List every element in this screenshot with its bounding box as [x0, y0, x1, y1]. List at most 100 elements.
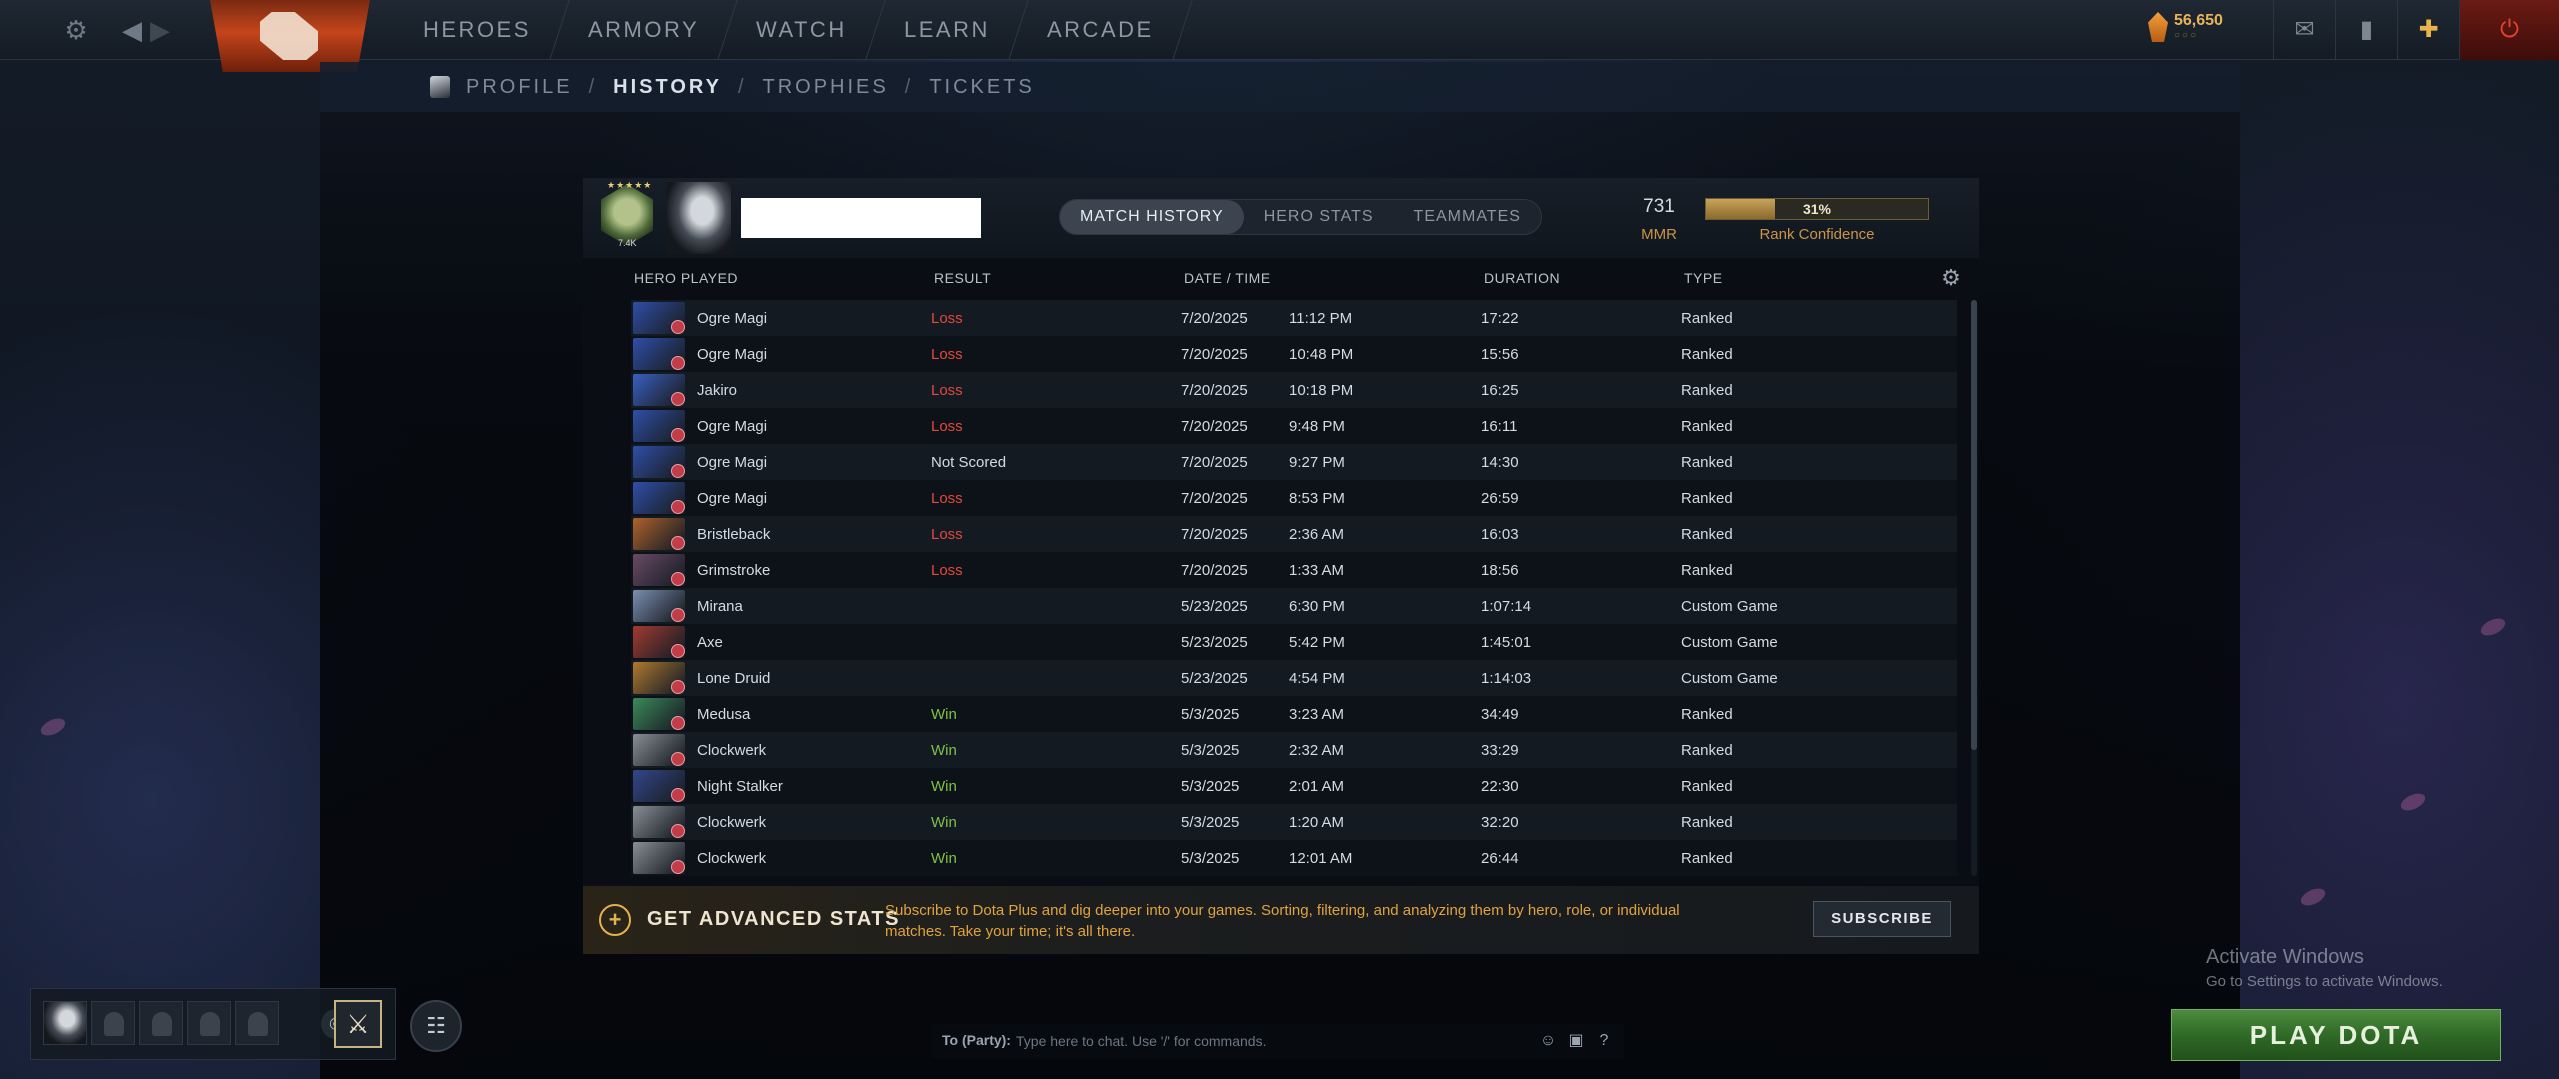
- col-hero-played[interactable]: HERO PLAYED: [634, 270, 738, 286]
- hero-name: Ogre Magi: [697, 309, 768, 327]
- hero-name: Ogre Magi: [697, 345, 768, 363]
- subnav-trophies[interactable]: TROPHIES: [763, 76, 889, 99]
- match-row[interactable]: Axe 5/23/2025 5:42 PM 1:45:01 Custom Game: [631, 624, 1957, 660]
- match-row[interactable]: Bristleback Loss 7/20/2025 2:36 AM 16:03 Rank…: [631, 516, 1957, 552]
- hero-role-badge-icon: [671, 392, 685, 406]
- chat-channel-label: To (Party):: [942, 1032, 1011, 1048]
- match-type: Ranked: [1681, 453, 1733, 471]
- match-date: 7/20/2025: [1181, 525, 1248, 543]
- card-header: ★★★★★ 7.4K MATCH HISTORY HERO STATS TEAM…: [583, 178, 1979, 258]
- hero-name: Lone Druid: [697, 669, 771, 687]
- hero-name: Ogre Magi: [697, 453, 768, 471]
- party-slot-self[interactable]: [43, 1001, 87, 1045]
- shards-currency[interactable]: 56,650 ○○○: [2148, 12, 2223, 42]
- match-result: Loss: [931, 525, 963, 543]
- nav-arcade[interactable]: ARCADE: [1008, 0, 1193, 60]
- match-row[interactable]: Night Stalker Win 5/3/2025 2:01 AM 22:30 Rank…: [631, 768, 1957, 804]
- match-row[interactable]: Lone Druid 5/23/2025 4:54 PM 1:14:03 Custom …: [631, 660, 1957, 696]
- nav-armory[interactable]: ARMORY: [550, 0, 738, 60]
- promo-title: GET ADVANCED STATS: [647, 908, 900, 930]
- subscribe-button[interactable]: SUBSCRIBE: [1813, 901, 1951, 937]
- match-date: 5/3/2025: [1181, 849, 1240, 867]
- chat-wheel-icon[interactable]: ▣: [1564, 1029, 1588, 1053]
- dashboard-icon[interactable]: ▮: [2335, 0, 2397, 60]
- match-row[interactable]: Clockwerk Win 5/3/2025 2:32 AM 33:29 Ranked: [631, 732, 1957, 768]
- help-icon[interactable]: ?: [1592, 1029, 1616, 1053]
- match-row[interactable]: Grimstroke Loss 7/20/2025 1:33 AM 18:56 Ranke…: [631, 552, 1957, 588]
- table-settings-gear-icon[interactable]: ⚙: [1939, 266, 1963, 290]
- match-duration: 33:29: [1481, 741, 1519, 759]
- match-row[interactable]: Ogre Magi Loss 7/20/2025 9:48 PM 16:11 Ranked: [631, 408, 1957, 444]
- windows-activation-watermark: Activate Windows Go to Settings to activ…: [2206, 946, 2443, 990]
- match-row[interactable]: Clockwerk Win 5/3/2025 1:20 AM 32:20 Ranked: [631, 804, 1957, 840]
- match-row[interactable]: Mirana 5/23/2025 6:30 PM 1:07:14 Custom Game: [631, 588, 1957, 624]
- match-type: Custom Game: [1681, 633, 1778, 651]
- power-icon[interactable]: ⏻: [2459, 0, 2559, 60]
- col-duration[interactable]: DURATION: [1484, 270, 1560, 286]
- mail-icon[interactable]: ✉: [2273, 0, 2335, 60]
- match-time: 3:23 AM: [1289, 705, 1345, 723]
- match-row[interactable]: Ogre Magi Loss 7/20/2025 8:53 PM 26:59 Ranked: [631, 480, 1957, 516]
- match-duration: 1:07:14: [1481, 597, 1532, 615]
- match-row[interactable]: Ogre Magi Loss 7/20/2025 11:12 PM 17:22 Ranke…: [631, 300, 1957, 336]
- match-duration: 15:56: [1481, 345, 1519, 363]
- tab-match-history[interactable]: MATCH HISTORY: [1060, 200, 1244, 234]
- match-type: Custom Game: [1681, 597, 1778, 615]
- hero-role-badge-icon: [671, 716, 685, 730]
- guild-banner-icon[interactable]: ⚔: [334, 1000, 382, 1048]
- play-dota-button[interactable]: PLAY DOTA: [2171, 1009, 2501, 1061]
- nav-watch[interactable]: WATCH: [718, 0, 886, 60]
- match-time: 1:20 AM: [1289, 813, 1345, 831]
- hero-name: Clockwerk: [697, 813, 767, 831]
- match-date: 7/20/2025: [1181, 489, 1248, 507]
- shards-dots: ○○○: [2174, 30, 2199, 41]
- chat-input[interactable]: [1016, 1026, 1456, 1056]
- col-date-time[interactable]: DATE / TIME: [1184, 270, 1271, 286]
- friends-social-icon[interactable]: ☷: [410, 1000, 462, 1052]
- emoji-icon[interactable]: ☺: [1536, 1029, 1560, 1053]
- party-slot-empty[interactable]: [91, 1001, 135, 1045]
- col-result[interactable]: RESULT: [934, 270, 991, 286]
- match-time: 1:33 AM: [1289, 561, 1345, 579]
- mmr-label: MMR: [1641, 226, 1677, 243]
- match-row[interactable]: Clockwerk Win 5/3/2025 12:01 AM 26:44 Ranked: [631, 840, 1957, 876]
- match-row[interactable]: Jakiro Loss 7/20/2025 10:18 PM 16:25 Ranked: [631, 372, 1957, 408]
- match-row[interactable]: Ogre Magi Not Scored 7/20/2025 9:27 PM 14:30…: [631, 444, 1957, 480]
- party-slot-empty[interactable]: [139, 1001, 183, 1045]
- match-date: 7/20/2025: [1181, 345, 1248, 363]
- match-row[interactable]: Ogre Magi Loss 7/20/2025 10:48 PM 15:56 Ranke…: [631, 336, 1957, 372]
- match-time: 11:12 PM: [1289, 309, 1353, 327]
- match-type: Ranked: [1681, 705, 1733, 723]
- hero-name: Mirana: [697, 597, 743, 615]
- match-time: 2:01 AM: [1289, 777, 1345, 795]
- match-type: Ranked: [1681, 561, 1733, 579]
- nav-learn[interactable]: LEARN: [866, 0, 1029, 60]
- nav-heroes[interactable]: HEROES: [385, 0, 570, 60]
- party-slot-empty[interactable]: [235, 1001, 279, 1045]
- match-row[interactable]: Medusa Win 5/3/2025 3:23 AM 34:49 Ranked: [631, 696, 1957, 732]
- subnav-tickets[interactable]: TICKETS: [929, 76, 1034, 99]
- main-nav: HEROES ARMORY WATCH LEARN ARCADE: [385, 0, 1193, 60]
- match-duration: 26:44: [1481, 849, 1519, 867]
- col-type[interactable]: TYPE: [1684, 270, 1723, 286]
- match-time: 8:53 PM: [1289, 489, 1345, 507]
- party-slot-empty[interactable]: [187, 1001, 231, 1045]
- profile-subnav: PROFILE / HISTORY / TROPHIES / TICKETS: [320, 62, 2240, 112]
- hero-role-badge-icon: [671, 788, 685, 802]
- match-duration: 16:25: [1481, 381, 1519, 399]
- match-duration: 18:56: [1481, 561, 1519, 579]
- tab-teammates[interactable]: TEAMMATES: [1394, 200, 1541, 234]
- player-avatar[interactable]: [667, 182, 731, 254]
- scrollbar-thumb[interactable]: [1971, 300, 1977, 750]
- settings-gear-icon[interactable]: ⚙: [60, 14, 92, 46]
- subnav-history[interactable]: HISTORY: [613, 76, 722, 99]
- forward-arrow-icon[interactable]: ▶: [144, 14, 176, 46]
- subnav-profile[interactable]: PROFILE: [466, 76, 573, 99]
- match-type: Ranked: [1681, 813, 1733, 831]
- match-duration: 14:30: [1481, 453, 1519, 471]
- subnav-separator: /: [588, 75, 598, 98]
- tab-hero-stats[interactable]: HERO STATS: [1244, 200, 1394, 234]
- match-result: Win: [931, 705, 957, 723]
- dota-plus-icon[interactable]: ✚: [2397, 0, 2459, 60]
- match-list: Ogre Magi Loss 7/20/2025 11:12 PM 17:22 Ranke…: [631, 300, 1957, 876]
